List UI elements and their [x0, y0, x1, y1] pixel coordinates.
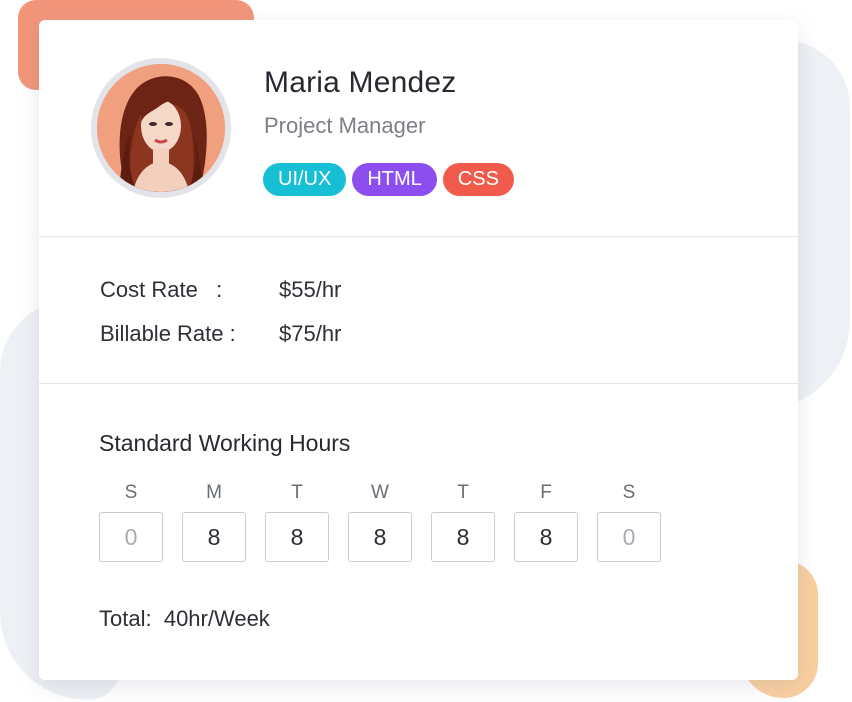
total-label: Total: — [99, 606, 152, 631]
day-monday: M 8 — [182, 482, 246, 562]
working-hours-title: Standard Working Hours — [99, 430, 351, 456]
hours-input-wednesday[interactable]: 8 — [348, 512, 412, 562]
day-letter: T — [457, 482, 469, 503]
avatar-portrait — [97, 64, 225, 192]
weekday-hours: S 0 M 8 T 8 W 8 T 8 F 8 S 0 — [99, 482, 680, 562]
day-tuesday: T 8 — [265, 482, 329, 562]
day-letter: S — [124, 482, 138, 503]
profile-card: Maria Mendez Project Manager UI/UX HTML … — [39, 20, 798, 680]
day-letter: M — [206, 482, 222, 503]
skill-tags: UI/UX HTML CSS — [263, 163, 514, 196]
billable-rate-value: $75/hr — [279, 321, 342, 346]
hours-input-thursday[interactable]: 8 — [431, 512, 495, 562]
total-hours: Total: 40hr/Week — [99, 606, 270, 632]
portrait-illustration — [97, 64, 225, 192]
billable-rate-label: Billable Rate : — [100, 321, 236, 346]
day-sunday: S 0 — [99, 482, 163, 562]
hours-input-saturday[interactable]: 0 — [597, 512, 661, 562]
divider — [39, 383, 798, 384]
day-friday: F 8 — [514, 482, 578, 562]
divider — [39, 236, 798, 237]
day-wednesday: W 8 — [348, 482, 412, 562]
day-letter: T — [291, 482, 303, 503]
avatar[interactable] — [91, 58, 231, 198]
day-letter: W — [371, 482, 389, 503]
cost-rate-label: Cost Rate : — [100, 277, 223, 302]
profile-role: Project Manager — [264, 113, 426, 138]
day-thursday: T 8 — [431, 482, 495, 562]
hours-input-friday[interactable]: 8 — [514, 512, 578, 562]
day-letter: S — [622, 482, 636, 503]
day-letter: F — [540, 482, 552, 503]
skill-tag-html[interactable]: HTML — [352, 163, 437, 196]
cost-rate-value: $55/hr — [279, 277, 342, 302]
hours-input-sunday[interactable]: 0 — [99, 512, 163, 562]
hours-input-tuesday[interactable]: 8 — [265, 512, 329, 562]
day-saturday: S 0 — [597, 482, 661, 562]
profile-name: Maria Mendez — [264, 66, 457, 99]
skill-tag-css[interactable]: CSS — [442, 163, 514, 196]
skill-tag-uiux[interactable]: UI/UX — [263, 163, 347, 196]
total-value: 40hr/Week — [163, 606, 270, 631]
page-stage: Maria Mendez Project Manager UI/UX HTML … — [0, 0, 852, 702]
hours-input-monday[interactable]: 8 — [182, 512, 246, 562]
